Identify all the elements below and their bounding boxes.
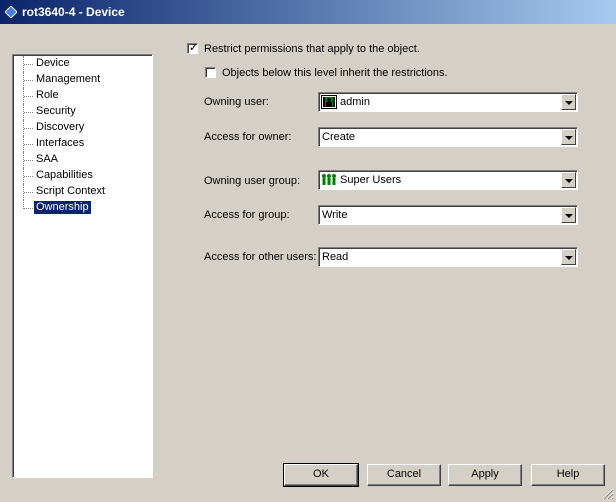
tree-item-label: Capabilities bbox=[36, 169, 93, 181]
tree-item-script-context[interactable]: Script Context bbox=[13, 184, 154, 200]
owning-group-select[interactable]: Super Users bbox=[318, 170, 578, 190]
owning-group-dropdown-button[interactable] bbox=[561, 172, 576, 188]
tree-item-capabilities[interactable]: Capabilities bbox=[13, 168, 154, 184]
app-diamond-icon bbox=[5, 6, 17, 18]
window-title: rot3640-4 - Device bbox=[22, 5, 125, 19]
checkmark-icon: ✓ bbox=[189, 42, 199, 54]
owning-user-select[interactable]: admin bbox=[318, 92, 578, 112]
tree-item-management[interactable]: Management bbox=[13, 72, 154, 88]
owning-group-value: Super Users bbox=[340, 174, 402, 186]
tree-item-security[interactable]: Security bbox=[13, 104, 154, 120]
owning-user-dropdown-button[interactable] bbox=[561, 94, 576, 110]
apply-button[interactable]: Apply bbox=[448, 464, 522, 486]
tree-item-label: Security bbox=[36, 105, 76, 117]
title-bar[interactable]: rot3640-4 - Device bbox=[0, 0, 616, 24]
access-group-select[interactable]: Write bbox=[318, 205, 578, 225]
tree-item-saa[interactable]: SAA bbox=[13, 152, 154, 168]
access-owner-dropdown-button[interactable] bbox=[561, 129, 576, 145]
help-button[interactable]: Help bbox=[531, 464, 605, 486]
tree-item-label: Interfaces bbox=[36, 137, 85, 149]
access-owner-value: Create bbox=[322, 131, 356, 143]
access-owner-label: Access for owner: bbox=[204, 131, 292, 143]
access-other-select[interactable]: Read bbox=[318, 247, 578, 267]
access-owner-select[interactable]: Create bbox=[318, 127, 578, 147]
inherit-restrictions-label: Objects below this level inherit the res… bbox=[222, 67, 448, 79]
tree-item-label: Discovery bbox=[36, 121, 85, 133]
tree-item-label: Role bbox=[36, 89, 59, 101]
access-group-value: Write bbox=[322, 209, 348, 221]
group-icon bbox=[322, 174, 336, 185]
owning-group-label: Owning user group: bbox=[204, 175, 300, 187]
access-group-label: Access for group: bbox=[204, 209, 290, 221]
chevron-down-icon bbox=[565, 256, 573, 260]
chevron-down-icon bbox=[565, 214, 573, 218]
inherit-restrictions-checkbox[interactable] bbox=[205, 67, 216, 78]
access-other-dropdown-button[interactable] bbox=[561, 249, 576, 265]
tree-item-role[interactable]: Role bbox=[13, 88, 154, 104]
owning-user-value: admin bbox=[340, 96, 370, 108]
tree-item-device[interactable]: Device bbox=[13, 56, 154, 72]
tree-item-ownership[interactable]: Ownership bbox=[13, 200, 154, 216]
user-icon bbox=[321, 95, 337, 109]
owning-user-label: Owning user: bbox=[204, 96, 269, 108]
resize-grip-icon[interactable] bbox=[602, 488, 614, 500]
tree-item-label: Ownership bbox=[33, 200, 92, 215]
tree-item-label: Management bbox=[36, 73, 101, 85]
category-tree[interactable]: Device Management Role Security Discover… bbox=[12, 54, 153, 478]
restrict-permissions-checkbox[interactable]: ✓ bbox=[187, 42, 199, 54]
access-other-label: Access for other users: bbox=[204, 251, 317, 263]
tree-item-discovery[interactable]: Discovery bbox=[13, 120, 154, 136]
cancel-button[interactable]: Cancel bbox=[367, 464, 441, 486]
chevron-down-icon bbox=[565, 179, 573, 183]
ok-button[interactable]: OK bbox=[283, 463, 359, 487]
restrict-permissions-label: Restrict permissions that apply to the o… bbox=[204, 43, 420, 55]
tree-item-label: Script Context bbox=[36, 185, 106, 197]
tree-item-label: SAA bbox=[36, 153, 59, 165]
chevron-down-icon bbox=[565, 136, 573, 140]
tree-item-interfaces[interactable]: Interfaces bbox=[13, 136, 154, 152]
chevron-down-icon bbox=[565, 101, 573, 105]
tree-item-label: Device bbox=[36, 57, 70, 69]
dialog-body: Device Management Role Security Discover… bbox=[0, 24, 616, 502]
access-other-value: Read bbox=[322, 251, 349, 263]
access-group-dropdown-button[interactable] bbox=[561, 207, 576, 223]
